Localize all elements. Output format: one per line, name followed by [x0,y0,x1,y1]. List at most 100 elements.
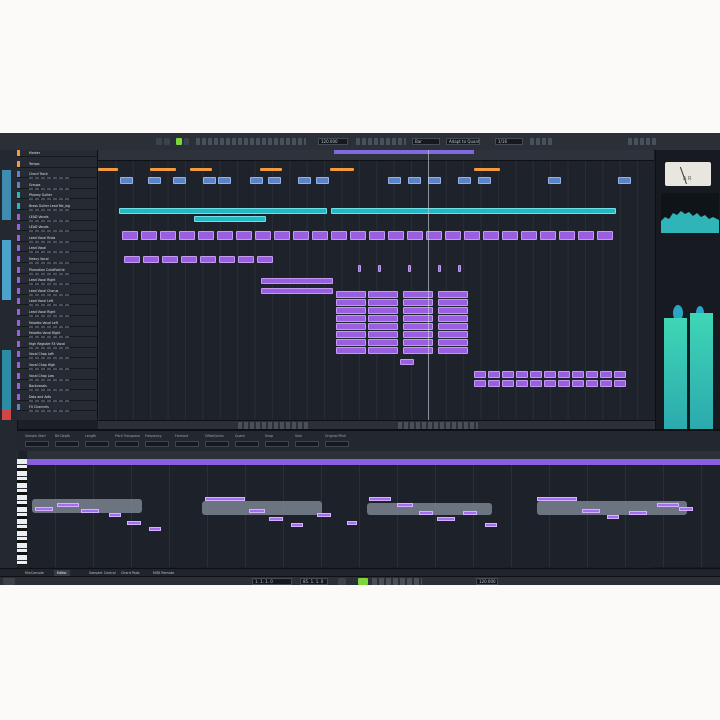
play-mode-button[interactable] [176,138,182,145]
sample-editor[interactable] [17,451,720,567]
track-header[interactable]: Chord Track [17,171,97,180]
arrangement-event[interactable] [368,299,398,306]
arrangement-event[interactable] [388,177,401,184]
arrangement-event[interactable] [516,371,528,378]
track-controls[interactable] [29,378,69,381]
arrangement-event[interactable] [124,256,140,263]
arrangement-event[interactable] [119,208,327,214]
arrangement-event[interactable] [218,177,231,184]
track-controls[interactable] [29,410,69,413]
pitch-segment[interactable] [127,521,141,525]
track-header[interactable]: Dots and Adls [17,393,97,402]
edit-buttons[interactable] [356,138,406,145]
pitch-segment[interactable] [291,523,303,527]
arrangement-event[interactable] [438,315,468,322]
arrangement-event[interactable] [148,177,161,184]
pitch-segment[interactable] [205,497,245,501]
arrangement-event[interactable] [408,177,421,184]
arrangement-event[interactable] [408,265,411,272]
pitch-segment[interactable] [485,523,497,527]
track-header[interactable]: FX Channels [17,404,97,413]
arrangement-event[interactable] [173,177,186,184]
pitch-segment[interactable] [35,507,53,511]
editor-field-value[interactable] [55,441,79,447]
arrangement-event[interactable] [330,168,354,171]
editor-field-value[interactable] [85,441,109,447]
arrangement-event[interactable] [312,231,328,240]
arrangement-event[interactable] [350,231,366,240]
transport-controls[interactable] [372,578,422,585]
transport-button[interactable] [3,578,15,585]
arrangement-event[interactable] [438,339,468,346]
track-header[interactable]: High Register FX Vocal [17,340,97,349]
tool-buttons[interactable] [196,138,306,145]
arrangement-event[interactable] [98,168,118,171]
track-header[interactable]: Falsetto Vocal Left [17,319,97,328]
arrangement-event[interactable] [200,256,216,263]
arrangement-event[interactable] [474,380,486,387]
track-controls[interactable] [29,219,69,222]
tempo-field[interactable]: 120.000 [318,138,348,145]
track-header[interactable]: LEAD Vocals [17,213,97,222]
pitch-segment[interactable] [397,503,413,507]
arrangement-event[interactable] [558,380,570,387]
arrangement-event[interactable] [438,307,468,314]
arrangement-event[interactable] [336,347,366,354]
track-header[interactable]: Vocal Chop Left [17,351,97,360]
track-controls[interactable] [29,368,69,370]
cycle-range[interactable] [334,150,474,154]
arrangement-event[interactable] [438,347,468,354]
track-header[interactable]: Tempo [17,160,97,168]
track-controls[interactable] [29,346,69,349]
arrangement-event[interactable] [255,231,271,240]
arrangement-event[interactable] [558,371,570,378]
arrangement-event[interactable] [368,347,398,354]
arrangement-event[interactable] [368,315,398,322]
arrangement-event[interactable] [298,177,311,184]
arrangement-event[interactable] [438,299,468,306]
arrangement-event[interactable] [141,231,157,240]
pitch-segment[interactable] [582,509,600,513]
arrangement-event[interactable] [238,256,254,263]
arrangement-event[interactable] [331,231,347,240]
pitch-segment[interactable] [679,507,693,511]
track-header[interactable]: Groups [17,181,97,190]
arrangement-event[interactable] [250,177,263,184]
track-controls[interactable] [29,399,69,402]
arrangement-event[interactable] [586,380,598,387]
arrangement-event[interactable] [331,208,616,214]
track-controls[interactable] [29,357,69,360]
arrangement-event[interactable] [160,231,176,240]
arrangement-event[interactable] [438,291,468,298]
arrangement-event[interactable] [336,307,366,314]
view-buttons[interactable] [530,138,554,145]
arrangement-event[interactable] [502,371,514,378]
track-controls[interactable] [29,272,69,275]
arrangement-event[interactable] [618,177,631,184]
editor-field-value[interactable] [295,441,319,447]
grid-type-select[interactable]: Bar [412,138,440,145]
track-header[interactable]: Lead Vocal Left [17,298,97,307]
arrangement-event[interactable] [261,288,333,294]
arrangement-event[interactable] [162,256,178,263]
arrangement-event[interactable] [586,371,598,378]
arrangement-event[interactable] [578,231,594,240]
track-controls[interactable] [29,293,69,296]
arrangement-event[interactable] [316,177,329,184]
track-header[interactable]: Marker [17,150,97,157]
editor-tools[interactable] [238,422,308,429]
track-header[interactable]: Lead Vocal Right [17,277,97,286]
arrangement-event[interactable] [388,231,404,240]
arrangement-event[interactable] [516,380,528,387]
arrangement-event[interactable] [540,231,556,240]
arrangement-event[interactable] [544,380,556,387]
arrangement-event[interactable] [369,231,385,240]
window-layout-buttons[interactable] [628,138,658,145]
pitch-segment[interactable] [269,517,283,521]
arrangement-event[interactable] [293,231,309,240]
arrangement-event[interactable] [488,371,500,378]
arrangement-event[interactable] [530,380,542,387]
toolbar-button[interactable] [164,138,170,145]
transport-tempo[interactable]: 120.000 [476,578,498,585]
editor-field-value[interactable] [145,441,169,447]
